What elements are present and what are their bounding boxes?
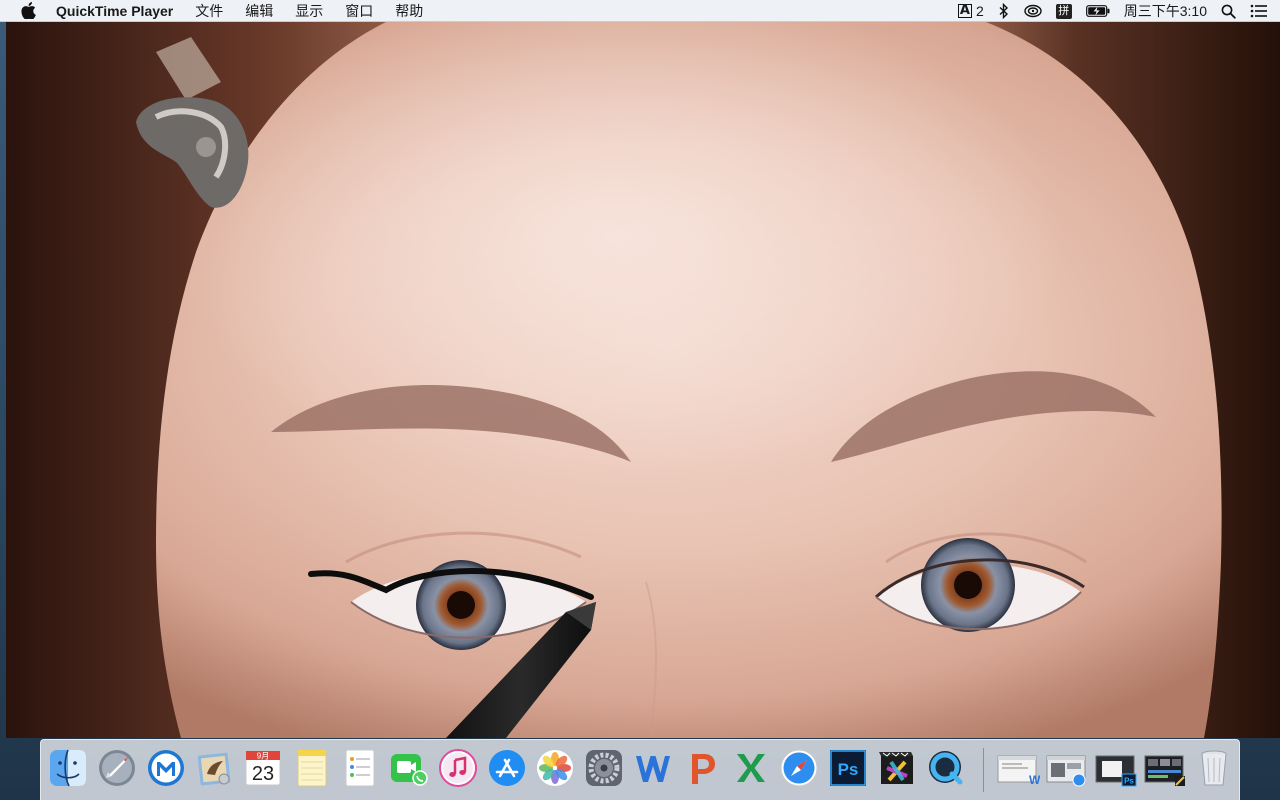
dock-maxthon[interactable]	[146, 748, 186, 788]
desktop: QuickTime Player 文件 编辑 显示 窗口 帮助 A 2 拼 周三…	[0, 0, 1280, 800]
menu-help[interactable]: 帮助	[384, 0, 434, 22]
battery-icon[interactable]	[1079, 0, 1117, 22]
minimized-final-cut-window-icon	[1144, 755, 1185, 786]
dock-reminders[interactable]	[340, 748, 380, 788]
dock-minimized-final-cut[interactable]	[1143, 748, 1187, 788]
calendar-day: 23	[252, 763, 274, 785]
quicktime-icon	[929, 751, 963, 785]
menu-file[interactable]: 文件	[184, 0, 234, 22]
notification-center-icon[interactable]	[1243, 0, 1280, 22]
menu-app-name[interactable]: QuickTime Player	[52, 0, 184, 22]
menu-edit[interactable]: 编辑	[234, 0, 284, 22]
minimized-photoshop-window-icon: Ps	[1095, 755, 1137, 787]
dock-notes[interactable]	[292, 748, 332, 788]
svg-text:Ps: Ps	[1124, 777, 1134, 786]
quicktime-video-window[interactable]	[6, 22, 1280, 738]
dock-finder[interactable]	[48, 748, 88, 788]
dock-word[interactable]	[633, 748, 673, 788]
dock-minimized-photoshop[interactable]: Ps	[1094, 748, 1138, 788]
dock: 9月 23 Ps W Ps	[40, 739, 1240, 800]
reminders-icon	[345, 749, 375, 787]
menu-view[interactable]: 显示	[284, 0, 334, 22]
spotlight-search-icon[interactable]	[1214, 0, 1243, 22]
maxthon-icon	[148, 750, 184, 786]
dock-minimized-word[interactable]: W	[996, 748, 1040, 788]
word-icon	[636, 756, 670, 782]
calendar-month: 9月	[257, 752, 269, 761]
powerpoint-icon	[692, 754, 715, 784]
dock-excel[interactable]	[731, 748, 771, 788]
adobe-icon: A	[957, 3, 972, 18]
facetime-icon	[391, 754, 428, 786]
dock-app-store[interactable]	[487, 748, 527, 788]
wifi-icon[interactable]	[1017, 0, 1049, 22]
input-method-icon[interactable]: 拼	[1049, 0, 1079, 22]
bluetooth-icon[interactable]	[991, 0, 1017, 22]
dock-launchpad[interactable]	[97, 748, 137, 788]
adobe-count: 2	[975, 3, 984, 19]
video-frame	[6, 22, 1280, 738]
excel-icon	[737, 754, 765, 782]
menu-bar: QuickTime Player 文件 编辑 显示 窗口 帮助 A 2 拼 周三…	[0, 0, 1280, 22]
adobe-creative-cloud-status[interactable]: A 2	[951, 0, 991, 22]
finder-icon	[50, 749, 86, 787]
dock-final-cut-pro[interactable]	[877, 748, 917, 788]
launchpad-icon	[99, 750, 135, 786]
trash-icon	[1201, 750, 1227, 786]
dock-powerpoint[interactable]	[682, 748, 722, 788]
dock-quicktime[interactable]	[926, 748, 966, 788]
apple-menu-icon[interactable]	[18, 0, 38, 22]
dock-facetime[interactable]	[389, 748, 429, 788]
dock-separator	[983, 748, 984, 792]
menu-window[interactable]: 窗口	[334, 0, 384, 22]
notes-icon	[297, 749, 327, 787]
dock-photoshop[interactable]: Ps	[828, 748, 868, 788]
system-preferences-icon	[586, 750, 622, 786]
clock[interactable]: 周三下午3:10	[1117, 0, 1214, 22]
calendar-icon: 9月 23	[245, 750, 281, 786]
dock-calendar[interactable]: 9月 23	[243, 748, 283, 788]
mail-icon	[197, 752, 231, 786]
svg-text:Ps: Ps	[838, 760, 859, 779]
dock-itunes[interactable]	[438, 748, 478, 788]
svg-text:W: W	[1029, 773, 1040, 787]
dock-photos[interactable]	[535, 748, 575, 788]
minimized-safari-window-icon	[1046, 755, 1086, 787]
itunes-icon	[439, 749, 477, 787]
dock-safari[interactable]	[779, 748, 819, 788]
dock-minimized-safari[interactable]	[1045, 748, 1089, 788]
dock-trash[interactable]	[1194, 748, 1234, 788]
safari-icon	[780, 749, 818, 787]
dock-mail[interactable]	[195, 748, 235, 788]
photos-icon	[537, 750, 573, 786]
app-store-icon	[489, 750, 525, 786]
minimized-word-window-icon: W	[997, 755, 1040, 787]
final-cut-pro-icon	[879, 752, 913, 784]
dock-system-preferences[interactable]	[584, 748, 624, 788]
photoshop-icon: Ps	[830, 750, 866, 786]
